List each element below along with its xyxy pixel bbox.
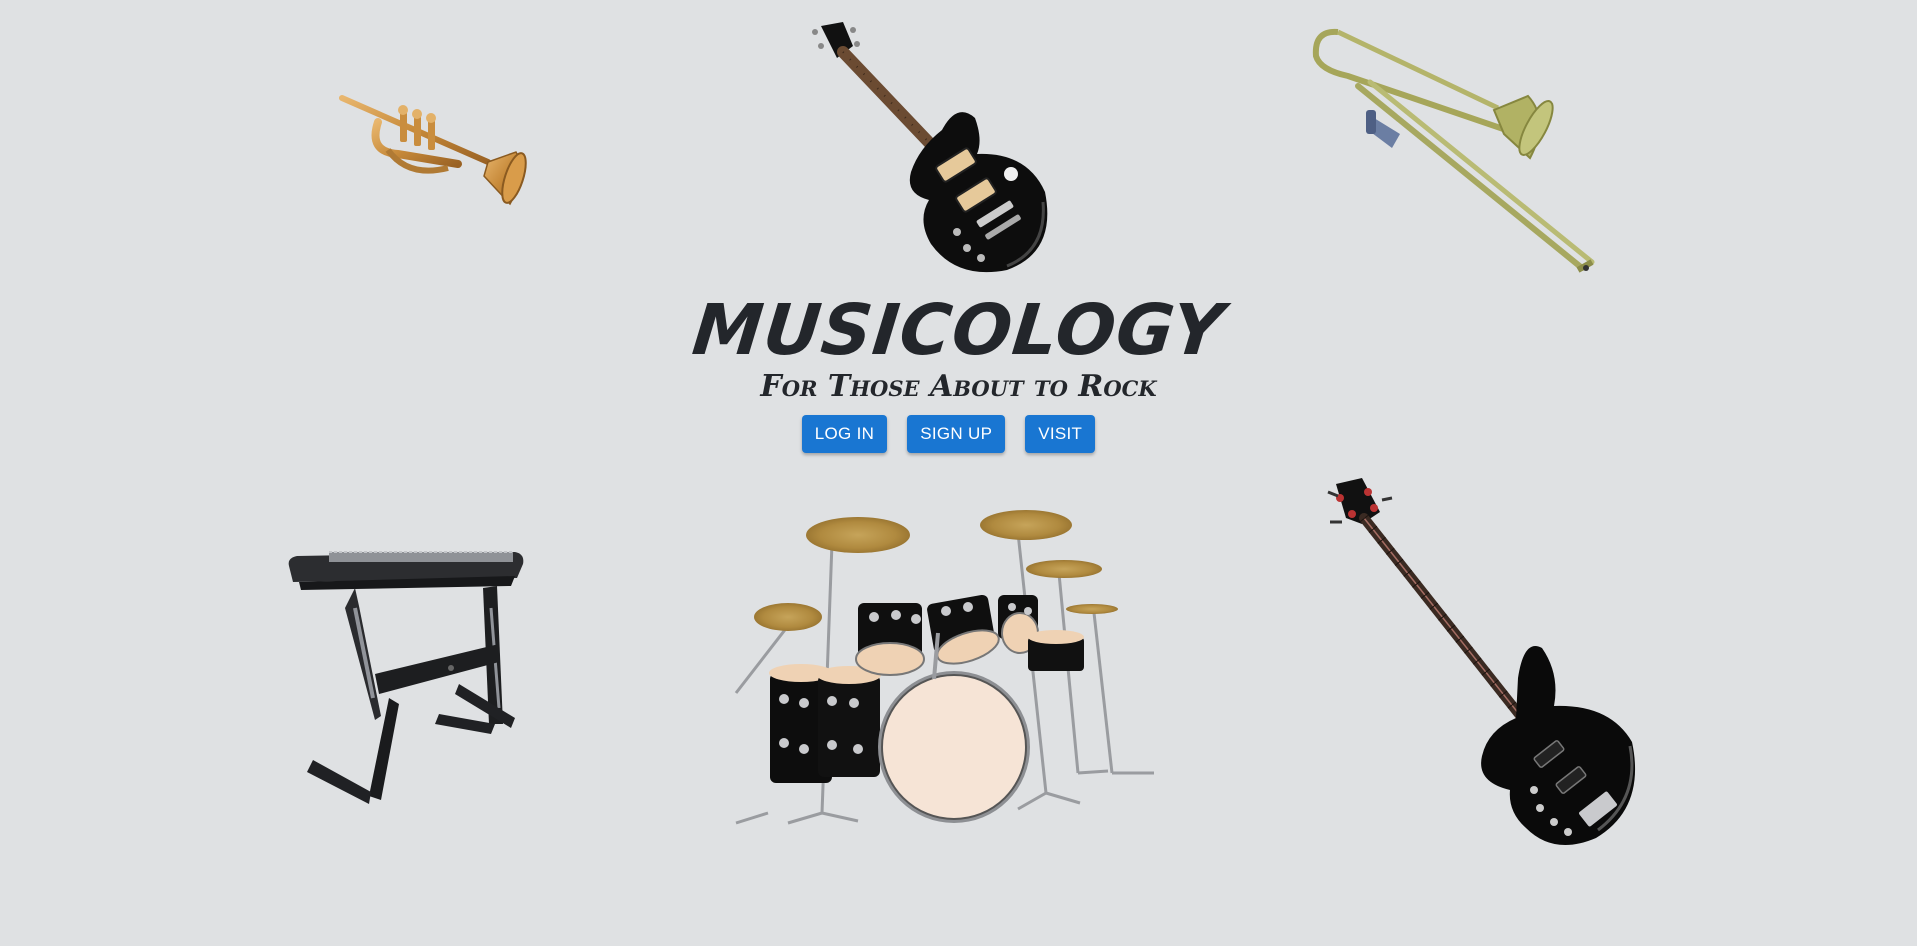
action-buttons: LOG IN SIGN UP VISIT — [0, 415, 1917, 453]
site-title: MUSICOLOGY — [688, 289, 1229, 371]
site-tagline: For Those About to Rock — [760, 369, 1157, 404]
visit-button[interactable]: VISIT — [1025, 415, 1096, 453]
drum-kit-image — [728, 503, 1156, 827]
keyboard-image — [285, 548, 527, 804]
electric-guitar-image — [807, 22, 1053, 274]
trumpet-image — [338, 92, 534, 214]
bass-guitar-image — [1327, 478, 1646, 850]
log-in-button[interactable]: LOG IN — [801, 415, 888, 453]
trombone-image — [1308, 26, 1595, 274]
sign-up-button[interactable]: SIGN UP — [907, 415, 1006, 453]
